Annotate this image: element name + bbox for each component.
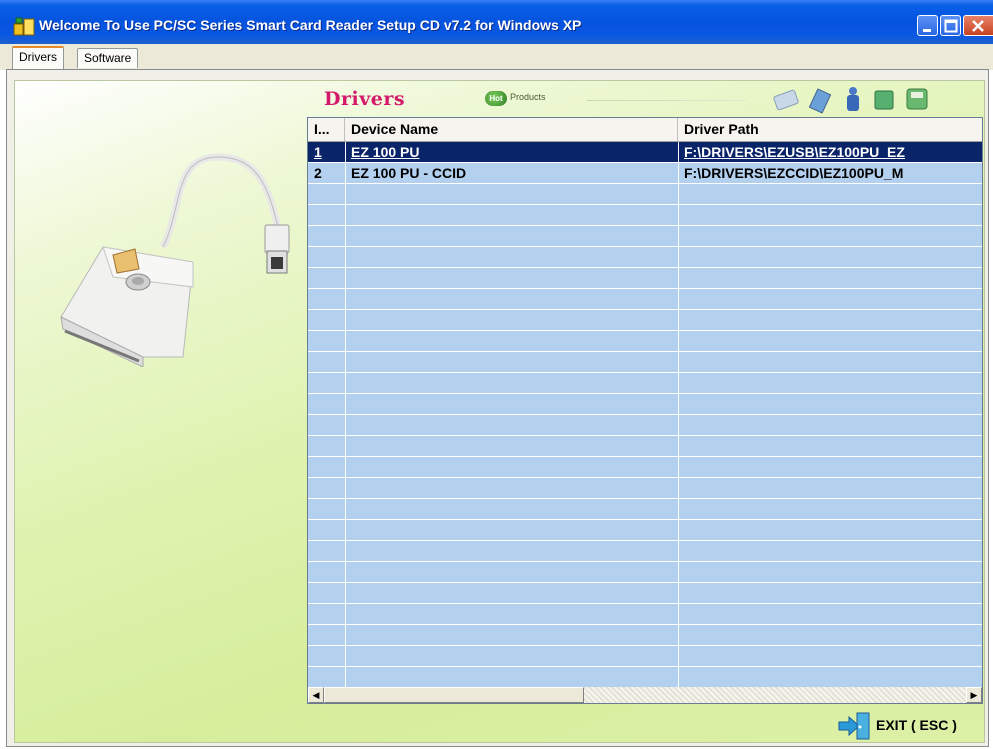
column-divider bbox=[678, 142, 679, 688]
scroll-left-button[interactable]: ◀ bbox=[308, 687, 324, 703]
empty-row[interactable] bbox=[308, 268, 982, 289]
empty-row[interactable] bbox=[308, 205, 982, 226]
empty-row[interactable] bbox=[308, 583, 982, 604]
empty-row[interactable] bbox=[308, 436, 982, 457]
empty-row[interactable] bbox=[308, 310, 982, 331]
scroll-thumb[interactable] bbox=[324, 687, 584, 703]
empty-row[interactable] bbox=[308, 499, 982, 520]
horizontal-scrollbar[interactable]: ◀ ▶ bbox=[308, 687, 982, 703]
scroll-left-arrow-icon: ◀ bbox=[312, 690, 320, 700]
column-divider bbox=[345, 142, 346, 688]
empty-row[interactable] bbox=[308, 394, 982, 415]
toolbar-icons bbox=[773, 87, 928, 114]
list-header: I... Device Name Driver Path bbox=[308, 118, 982, 142]
scroll-right-button[interactable]: ▶ bbox=[966, 687, 982, 703]
empty-row[interactable] bbox=[308, 478, 982, 499]
maximize-icon bbox=[944, 19, 958, 33]
table-row[interactable]: 1 EZ 100 PU F:\DRIVERS\EZUSB\EZ100PU_EZ bbox=[308, 142, 982, 163]
app-icon bbox=[13, 17, 35, 36]
card-icon bbox=[773, 89, 799, 111]
empty-row[interactable] bbox=[308, 289, 982, 310]
exit-door-icon bbox=[838, 712, 870, 740]
empty-row[interactable] bbox=[308, 373, 982, 394]
table-row[interactable]: 2 EZ 100 PU - CCID F:\DRIVERS\EZCCID\EZ100… bbox=[308, 163, 982, 184]
empty-row[interactable] bbox=[308, 352, 982, 373]
empty-row[interactable] bbox=[308, 562, 982, 583]
empty-row[interactable] bbox=[308, 604, 982, 625]
minimize-button[interactable] bbox=[917, 15, 938, 36]
scroll-right-arrow-icon: ▶ bbox=[970, 690, 978, 700]
empty-row[interactable] bbox=[308, 184, 982, 205]
hot-products-icon: Hot bbox=[485, 91, 507, 106]
empty-row[interactable] bbox=[308, 520, 982, 541]
list-body: 1 EZ 100 PU F:\DRIVERS\EZUSB\EZ100PU_EZ 2 EZ… bbox=[308, 142, 982, 688]
person-icon bbox=[847, 87, 859, 111]
reader-icon bbox=[808, 88, 832, 114]
drivers-panel: Drivers Hot Products I... Device Name Dr… bbox=[14, 80, 985, 743]
cell-device-name: EZ 100 PU - CCID bbox=[351, 165, 467, 181]
tab-software[interactable]: Software bbox=[77, 48, 139, 68]
empty-row[interactable] bbox=[308, 646, 982, 667]
title-bar[interactable]: Welcome To Use PC/SC Series Smart Card R… bbox=[0, 0, 993, 44]
empty-row[interactable] bbox=[308, 667, 982, 688]
column-header-driver-path[interactable]: Driver Path bbox=[678, 118, 982, 141]
maximize-button[interactable] bbox=[940, 15, 961, 36]
cell-device-name: EZ 100 PU bbox=[351, 144, 420, 160]
exit-label: EXIT ( ESC ) bbox=[876, 717, 957, 733]
cell-index: 2 bbox=[314, 165, 322, 181]
drivers-list[interactable]: I... Device Name Driver Path 1 EZ 100 PU F… bbox=[307, 117, 983, 704]
empty-row[interactable] bbox=[308, 457, 982, 478]
terminal-icon bbox=[906, 88, 928, 110]
close-icon bbox=[972, 20, 984, 32]
tab-strip: Drivers Software bbox=[0, 44, 993, 70]
empty-row[interactable] bbox=[308, 331, 982, 352]
smart-card-reader-illustration bbox=[60, 153, 290, 367]
empty-row[interactable] bbox=[308, 415, 982, 436]
device-icon bbox=[874, 90, 894, 110]
minimize-icon bbox=[923, 29, 931, 32]
empty-row[interactable] bbox=[308, 247, 982, 268]
drivers-heading: Drivers bbox=[324, 88, 406, 110]
exit-button[interactable]: EXIT ( ESC ) bbox=[837, 711, 977, 741]
column-header-index[interactable]: I... bbox=[308, 118, 345, 141]
column-header-device-name[interactable]: Device Name bbox=[345, 118, 678, 141]
header-divider bbox=[587, 100, 747, 101]
close-button[interactable] bbox=[963, 15, 993, 36]
window-title: Welcome To Use PC/SC Series Smart Card R… bbox=[39, 17, 582, 33]
cell-index: 1 bbox=[314, 144, 322, 160]
empty-row[interactable] bbox=[308, 625, 982, 646]
empty-row[interactable] bbox=[308, 541, 982, 562]
cell-driver-path: F:\DRIVERS\EZCCID\EZ100PU_M bbox=[684, 165, 904, 181]
cell-driver-path: F:\DRIVERS\EZUSB\EZ100PU_EZ bbox=[684, 144, 905, 160]
scroll-track[interactable] bbox=[584, 687, 966, 703]
empty-row[interactable] bbox=[308, 226, 982, 247]
tab-drivers[interactable]: Drivers bbox=[12, 46, 64, 70]
products-label: Products bbox=[510, 92, 546, 102]
